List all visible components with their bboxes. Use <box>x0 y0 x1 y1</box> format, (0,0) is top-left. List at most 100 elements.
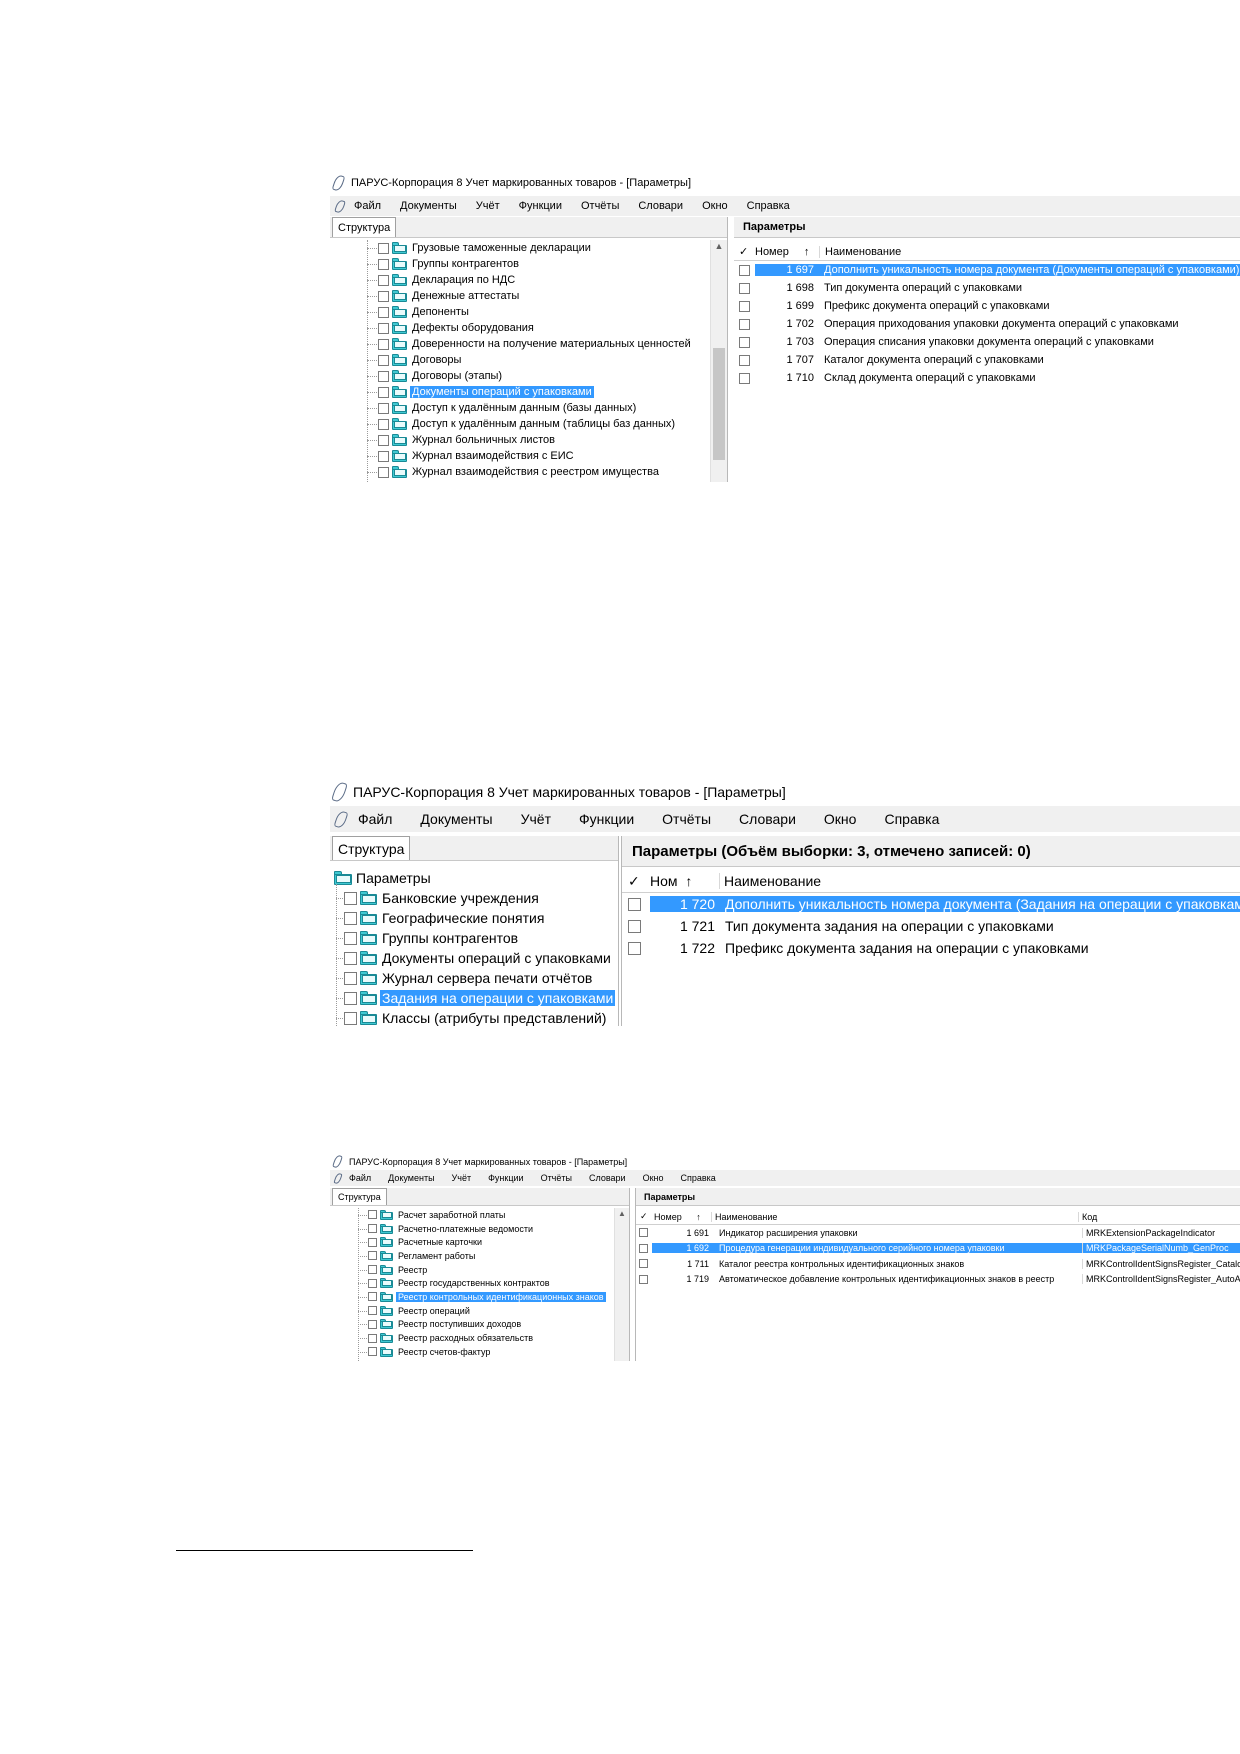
menu-window[interactable]: Окно <box>824 811 857 827</box>
tree-node-checkbox[interactable] <box>378 450 389 462</box>
tree-node-checkbox[interactable] <box>378 466 389 478</box>
scroll-thumb[interactable] <box>713 348 725 460</box>
menu-documents[interactable]: Документы <box>420 811 492 827</box>
row-check-cell[interactable] <box>734 318 755 330</box>
tree-node[interactable]: Задания на операции с упаковками <box>330 988 618 1008</box>
tree-node[interactable]: Расчетные карточки <box>330 1235 629 1249</box>
tree-node-checkbox[interactable] <box>368 1278 377 1288</box>
row-check-cell[interactable] <box>734 372 755 384</box>
tree-node[interactable]: Реестр <box>330 1263 629 1277</box>
table-row[interactable]: 1 720 Дополнить уникальность номера докум… <box>622 893 1240 915</box>
code-column-header[interactable]: Код <box>1079 1212 1240 1222</box>
row-checkbox[interactable] <box>739 264 750 276</box>
menu-reports[interactable]: Отчёты <box>581 200 619 212</box>
table-row[interactable]: 1 702 Операция приходования упаковки доку… <box>734 315 1240 333</box>
tree-node[interactable]: Доступ к удалённым данным (базы данных) <box>330 400 727 416</box>
tree-node[interactable]: Депоненты <box>330 304 727 320</box>
number-column-header[interactable]: Номер ↑ <box>648 1211 712 1222</box>
table-row[interactable]: 1 703 Операция списания упаковки документ… <box>734 333 1240 351</box>
row-check-cell[interactable] <box>734 300 755 312</box>
tree-node[interactable]: Декларация по НДС <box>330 272 727 288</box>
row-check-cell[interactable] <box>734 264 755 276</box>
tree-root-node[interactable]: Параметры <box>330 868 618 888</box>
menu-help[interactable]: Справка <box>680 1173 715 1183</box>
tree-node-checkbox[interactable] <box>344 891 357 905</box>
tree-node-checkbox[interactable] <box>368 1292 377 1302</box>
tree-node-checkbox[interactable] <box>378 322 389 334</box>
tree-node[interactable]: Денежные аттестаты <box>330 288 727 304</box>
tree-node-checkbox[interactable] <box>344 1011 357 1025</box>
row-checkbox[interactable] <box>739 300 750 312</box>
row-checkbox[interactable] <box>639 1259 648 1269</box>
row-check-cell[interactable] <box>636 1274 652 1284</box>
check-column-header[interactable]: ✓ <box>636 1211 648 1222</box>
number-column-header[interactable]: Ном ↑ <box>644 873 720 889</box>
tree-scrollbar[interactable]: ▲ <box>710 240 727 482</box>
tree-node[interactable]: Реестр контрольных идентификационных зна… <box>330 1290 629 1304</box>
tree-node[interactable]: Группы контрагентов <box>330 256 727 272</box>
tree-node-checkbox[interactable] <box>368 1319 377 1329</box>
table-row[interactable]: 1 722 Префикс документа задания на операц… <box>622 937 1240 959</box>
tree-node-checkbox[interactable] <box>368 1333 377 1343</box>
scroll-up-arrow-icon[interactable]: ▲ <box>711 241 727 251</box>
check-column-header[interactable]: ✓ <box>734 245 750 258</box>
row-check-cell[interactable] <box>622 919 650 933</box>
tree-node-checkbox[interactable] <box>344 951 357 965</box>
tree-node[interactable]: Доступ к удалённым данным (таблицы баз д… <box>330 416 727 432</box>
row-checkbox[interactable] <box>739 372 750 384</box>
tree-node[interactable]: Журнал взаимодействия с ЕИС <box>330 448 727 464</box>
name-column-header[interactable]: Наименование <box>720 873 1240 889</box>
row-checkbox[interactable] <box>628 919 641 933</box>
tree-node-checkbox[interactable] <box>368 1265 377 1275</box>
menu-help[interactable]: Справка <box>884 811 939 827</box>
table-row[interactable]: 1 691 Индикатор расширения упаковки MRKExt… <box>636 1225 1240 1241</box>
menu-help[interactable]: Справка <box>747 200 790 212</box>
table-row[interactable]: 1 719 Автоматическое добавление контрольн… <box>636 1272 1240 1288</box>
number-column-header[interactable]: Номер ↑ <box>750 246 819 258</box>
tree-node-checkbox[interactable] <box>378 386 389 398</box>
tree-node-checkbox[interactable] <box>378 402 389 414</box>
tree-node[interactable]: Грузовые таможенные декларации <box>330 240 727 256</box>
menu-documents[interactable]: Документы <box>400 200 457 212</box>
table-row[interactable]: 1 710 Склад документа операций с упаковка… <box>734 369 1240 387</box>
menu-accounting[interactable]: Учёт <box>452 1173 472 1183</box>
row-checkbox[interactable] <box>628 897 641 911</box>
name-column-header[interactable]: Наименование <box>712 1211 1079 1222</box>
table-row[interactable]: 1 707 Каталог документа операций с упаков… <box>734 351 1240 369</box>
tree-node[interactable]: Дефекты оборудования <box>330 320 727 336</box>
tree-node[interactable]: Документы операций с упаковками <box>330 948 618 968</box>
row-checkbox[interactable] <box>639 1228 648 1238</box>
tree-node[interactable]: Реестр счетов-фактур <box>330 1345 629 1359</box>
menu-documents[interactable]: Документы <box>388 1173 434 1183</box>
tree-node[interactable]: Реестр государственных контрактов <box>330 1276 629 1290</box>
menu-app-icon[interactable] <box>333 809 349 829</box>
scroll-up-arrow-icon[interactable]: ▲ <box>615 1209 629 1218</box>
row-checkbox[interactable] <box>639 1243 648 1253</box>
tree-node[interactable]: Регламент работы <box>330 1249 629 1263</box>
tree-node-checkbox[interactable] <box>378 274 389 286</box>
menu-window[interactable]: Окно <box>702 200 728 212</box>
tree-node-checkbox[interactable] <box>368 1347 377 1357</box>
menu-reports[interactable]: Отчёты <box>541 1173 572 1183</box>
row-check-cell[interactable] <box>734 354 755 366</box>
tree-node[interactable]: Доверенности на получение материальных ц… <box>330 336 727 352</box>
row-check-cell[interactable] <box>622 897 650 911</box>
tree-node-checkbox[interactable] <box>378 434 389 446</box>
menu-app-icon[interactable] <box>334 198 346 214</box>
table-row[interactable]: 1 721 Тип документа задания на операции с… <box>622 915 1240 937</box>
tree-node-checkbox[interactable] <box>378 338 389 350</box>
menu-app-icon[interactable] <box>333 1171 343 1185</box>
tree-node[interactable]: Реестр расходных обязательств <box>330 1331 629 1345</box>
tree-node[interactable]: Группы контрагентов <box>330 928 618 948</box>
row-checkbox[interactable] <box>639 1274 648 1284</box>
row-check-cell[interactable] <box>734 336 755 348</box>
menu-file[interactable]: Файл <box>349 1173 371 1183</box>
tab-structure[interactable]: Структура <box>332 217 397 237</box>
tree-node-checkbox[interactable] <box>368 1237 377 1247</box>
tree-node[interactable]: Журнал сервера печати отчётов <box>330 968 618 988</box>
table-row[interactable]: 1 697 Дополнить уникальность номера докум… <box>734 261 1240 279</box>
menu-window[interactable]: Окно <box>643 1173 664 1183</box>
row-checkbox[interactable] <box>739 354 750 366</box>
tree-node[interactable]: Расчетно-платежные ведомости <box>330 1222 629 1236</box>
menu-reports[interactable]: Отчёты <box>662 811 711 827</box>
